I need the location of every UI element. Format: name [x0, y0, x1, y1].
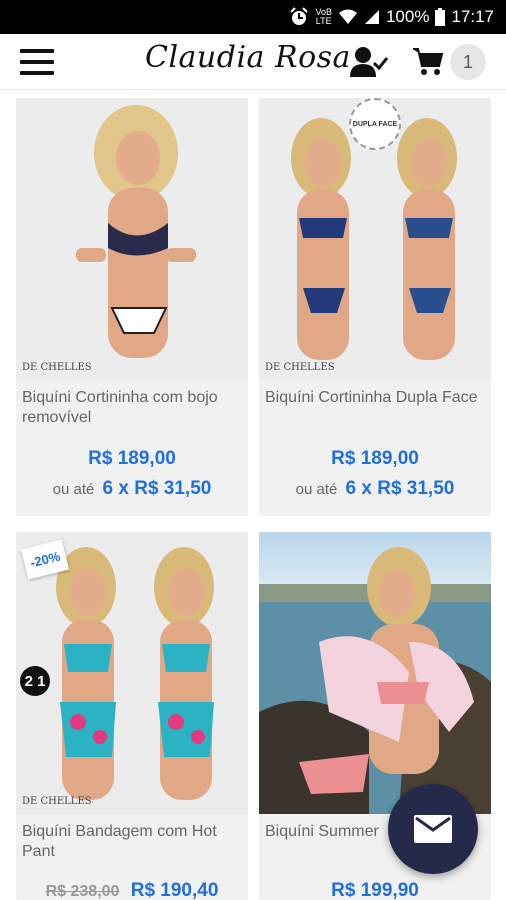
menu-icon-bar	[20, 60, 54, 64]
status-bar: VoB LTE 100% 17:17	[0, 0, 506, 34]
menu-button[interactable]	[20, 46, 54, 78]
svg-text:DE CHELLES: DE CHELLES	[265, 362, 335, 373]
installment-prefix: ou até	[52, 481, 95, 498]
product-price: R$ 190,40	[130, 880, 219, 900]
product-image[interactable]: DE CHELLES -20% 2 1	[16, 532, 248, 814]
cart-button[interactable]	[412, 46, 444, 78]
mail-icon	[414, 815, 452, 843]
pack-badge: 2 1	[20, 666, 50, 696]
dupla-face-badge: DUPLA FACE	[349, 98, 401, 150]
product-card[interactable]: DE CHELLES Biquíni Cortininha com bojo r…	[16, 98, 248, 516]
contact-button[interactable]	[388, 784, 478, 874]
product-image[interactable]	[259, 532, 491, 814]
svg-text:DE CHELLES: DE CHELLES	[22, 362, 92, 373]
cart-count-badge[interactable]: 1	[450, 44, 486, 80]
product-price: R$ 199,90	[331, 880, 419, 900]
battery-icon	[435, 8, 446, 26]
product-image[interactable]: DE CHELLES	[16, 98, 248, 380]
menu-icon-bar	[20, 71, 54, 75]
product-name[interactable]: Biquíni Cortininha com bojo removível	[16, 380, 248, 436]
wifi-icon	[338, 8, 358, 26]
product-card[interactable]: DE CHELLES -20% 2 1 Biquíni Bandagem com…	[16, 532, 248, 900]
installment-value: 6 x R$ 31,50	[345, 478, 455, 499]
product-image[interactable]: DE CHELLES DUPLA FACE	[259, 98, 491, 380]
app-header: Claudia Rosa 1	[0, 34, 506, 90]
cart-icon	[413, 48, 444, 75]
svg-text:DE CHELLES: DE CHELLES	[22, 796, 92, 807]
battery-percent: 100%	[385, 7, 430, 26]
alarm-icon	[289, 7, 309, 27]
installment-value: 6 x R$ 31,50	[102, 478, 212, 499]
product-price: R$ 189,00	[331, 448, 419, 469]
installment: ou até 6 x R$ 31,50	[259, 478, 491, 500]
network-label: VoB LTE	[315, 8, 332, 26]
product-card[interactable]: DE CHELLES DUPLA FACE Biquíni Cortininha…	[259, 98, 491, 516]
old-price: R$ 238,00	[45, 883, 120, 900]
clock: 17:17	[451, 7, 494, 26]
installment-prefix: ou até	[295, 481, 338, 498]
brand-logo[interactable]: Claudia Rosa	[145, 40, 351, 75]
product-price-row: R$ 238,00 R$ 190,40	[16, 880, 248, 900]
installment: ou até 6 x R$ 31,50	[16, 478, 248, 500]
signal-icon	[364, 9, 380, 25]
menu-icon-bar	[20, 49, 54, 53]
product-name[interactable]: Biquíni Cortininha Dupla Face	[259, 380, 491, 436]
product-price: R$ 189,00	[88, 448, 176, 469]
network-bottom: LTE	[315, 16, 332, 26]
product-name[interactable]: Biquíni Bandagem com Hot Pant	[16, 814, 248, 870]
account-button[interactable]	[350, 46, 389, 78]
user-check-icon	[350, 47, 389, 77]
